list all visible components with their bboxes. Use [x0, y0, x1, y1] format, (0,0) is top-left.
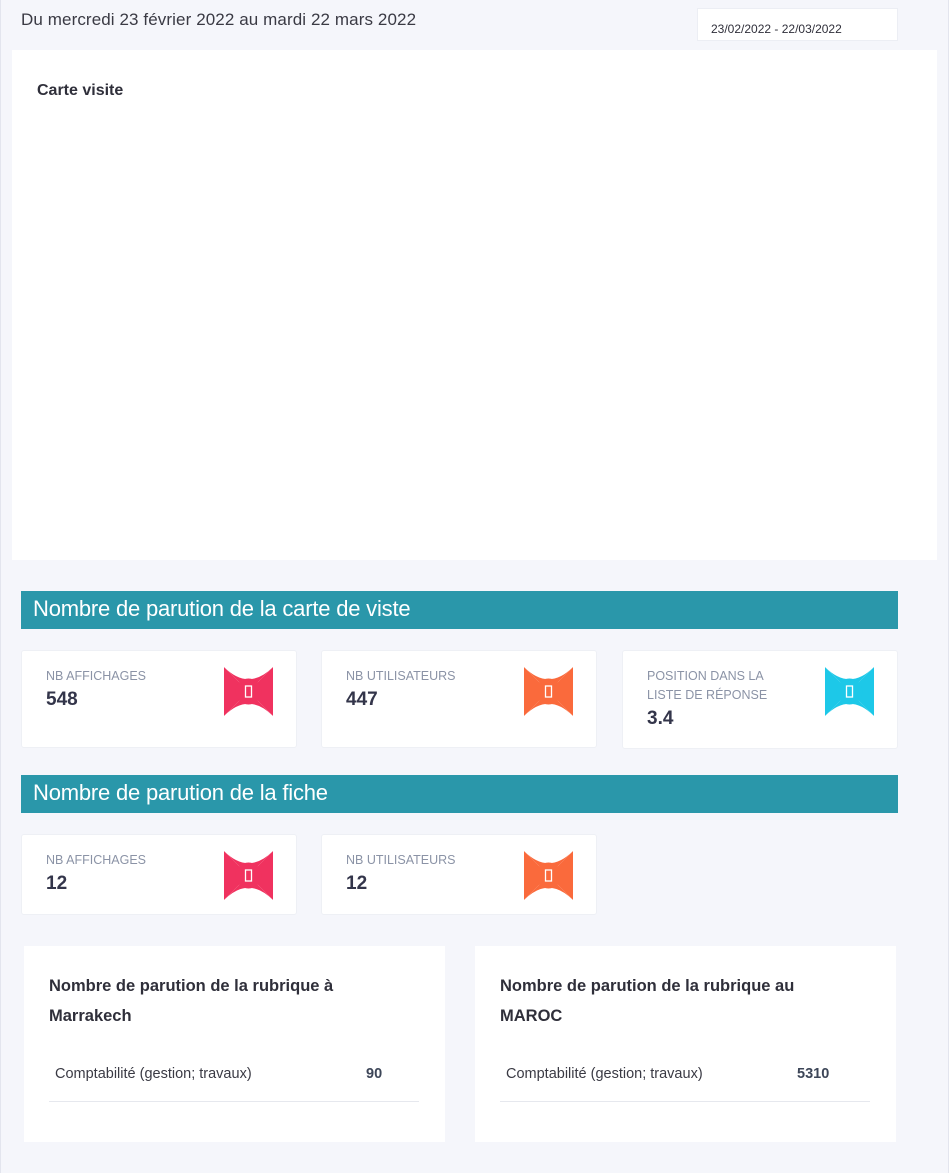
rubrique-name: Comptabilité (gestion; travaux) — [55, 1066, 252, 1082]
stat-value: 12 — [346, 873, 368, 894]
eye-icon — [224, 851, 273, 900]
stat-value: 548 — [46, 689, 78, 710]
rubrique-value: 5310 — [797, 1066, 830, 1082]
eye-icon — [224, 667, 273, 716]
rubrique-title: Nombre de parution de la rubrique à Marr… — [49, 977, 334, 1025]
map-title: Carte visite — [37, 82, 124, 99]
rubrique-title: Nombre de parution de la rubrique au MAR… — [500, 977, 795, 1025]
section-title-carte: Nombre de parution de la carte de viste — [21, 591, 898, 629]
rubrique-name: Comptabilité (gestion; travaux) — [506, 1066, 703, 1082]
stat-label: NB UTILISATEURS — [346, 669, 456, 683]
users-icon — [524, 667, 573, 716]
stat-label: NB AFFICHAGES — [46, 669, 147, 683]
stat-label: POSITION DANS LA LISTE DE RÉPONSE — [647, 669, 768, 702]
stat-value: 447 — [346, 689, 378, 710]
rubrique-card-maroc: Nombre de parution de la rubrique au MAR… — [475, 946, 896, 1142]
position-icon — [825, 667, 874, 716]
stat-card-utilisateurs: NB UTILISATEURS 447 — [321, 650, 597, 748]
stat-label: NB AFFICHAGES — [46, 853, 147, 867]
stat-label: NB UTILISATEURS — [346, 853, 456, 867]
stat-card-position: POSITION DANS LA LISTE DE RÉPONSE 3.4 — [622, 650, 898, 749]
stat-card-affichages: NB AFFICHAGES 548 — [21, 650, 297, 748]
rubrique-value: 90 — [366, 1066, 383, 1082]
stat-card-fiche-utilisateurs: NB UTILISATEURS 12 — [321, 834, 597, 915]
table-row: Comptabilité (gestion; travaux) 5310 — [500, 1059, 870, 1102]
date-range-input[interactable]: 23/02/2022 - 22/03/2022 — [697, 8, 898, 41]
stat-value: 12 — [46, 873, 68, 894]
map-card: Carte visite — [12, 50, 937, 560]
rubrique-card-marrakech: Nombre de parution de la rubrique à Marr… — [24, 946, 445, 1142]
section-title-fiche: Nombre de parution de la fiche — [21, 775, 898, 813]
stat-value: 3.4 — [647, 708, 674, 729]
table-row: Comptabilité (gestion; travaux) 90 — [49, 1059, 419, 1102]
stat-card-fiche-affichages: NB AFFICHAGES 12 — [21, 834, 297, 915]
date-range-text: Du mercredi 23 février 2022 au mardi 22 … — [21, 10, 417, 29]
users-icon — [524, 851, 573, 900]
